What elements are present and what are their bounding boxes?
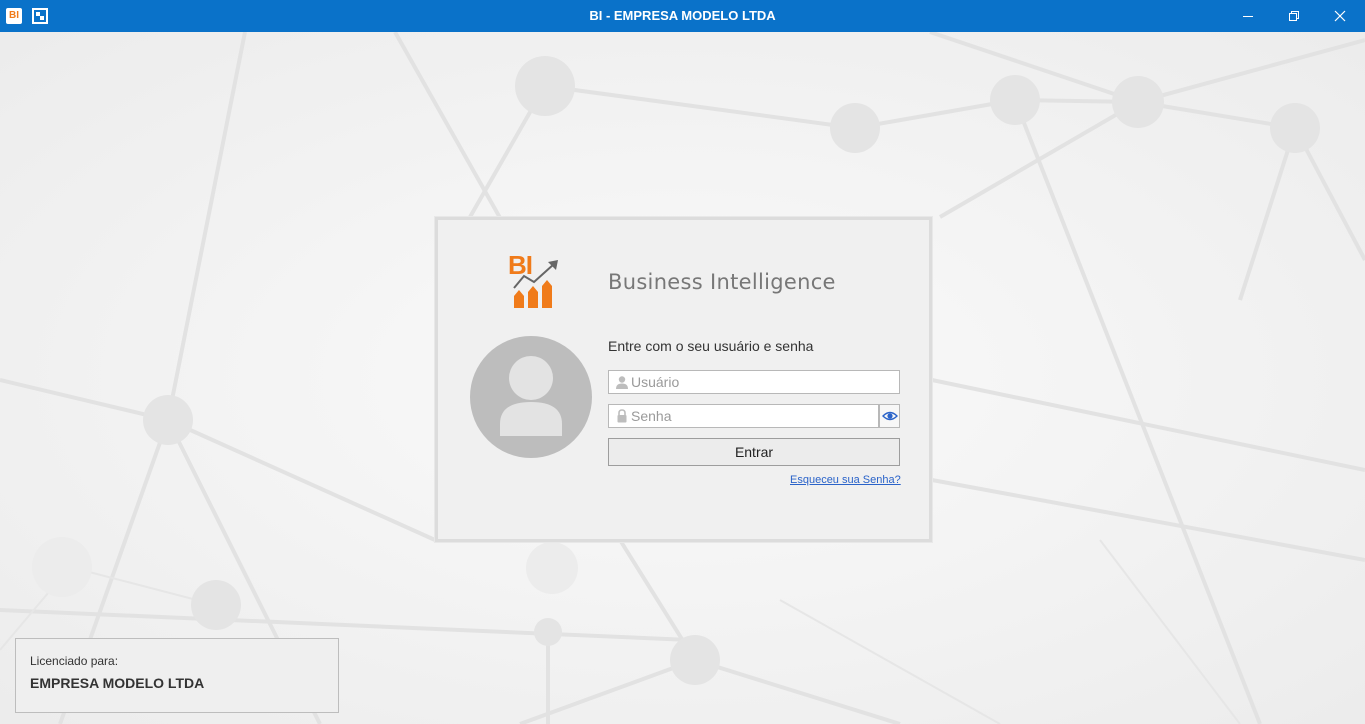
- show-password-button[interactable]: [879, 404, 900, 428]
- title-bar: BI BI - EMPRESA MODELO LTDA: [0, 0, 1365, 32]
- login-panel: BI Business Intelligence Entre com o seu…: [435, 217, 932, 542]
- restore-icon: [1289, 11, 1299, 21]
- login-prompt: Entre com o seu usuário e senha: [608, 338, 814, 354]
- window-title: BI - EMPRESA MODELO LTDA: [589, 8, 776, 23]
- close-button[interactable]: [1317, 0, 1363, 32]
- license-label: Licenciado para:: [30, 654, 119, 668]
- username-input[interactable]: [631, 373, 895, 391]
- password-input[interactable]: [631, 407, 874, 425]
- close-icon: [1334, 10, 1346, 22]
- login-button[interactable]: Entrar: [608, 438, 900, 466]
- growth-chart-icon: [513, 260, 558, 308]
- forgot-password-link[interactable]: Esqueceu sua Senha?: [790, 474, 901, 486]
- brand-title: Business Intelligence: [608, 270, 836, 294]
- username-field[interactable]: [608, 370, 900, 394]
- minimize-icon: [1243, 16, 1253, 17]
- licensed-company: EMPRESA MODELO LTDA: [30, 675, 205, 691]
- user-avatar: [470, 336, 592, 458]
- bi-logo: BI: [508, 250, 564, 312]
- user-silhouette-icon: [500, 356, 562, 436]
- license-box: Licenciado para: EMPRESA MODELO LTDA: [15, 638, 339, 713]
- lock-icon: [617, 409, 627, 423]
- password-field[interactable]: [608, 404, 879, 428]
- eye-icon: [881, 411, 898, 421]
- user-icon: [616, 376, 628, 389]
- restore-button[interactable]: [1271, 0, 1317, 32]
- minimize-button[interactable]: [1225, 0, 1271, 32]
